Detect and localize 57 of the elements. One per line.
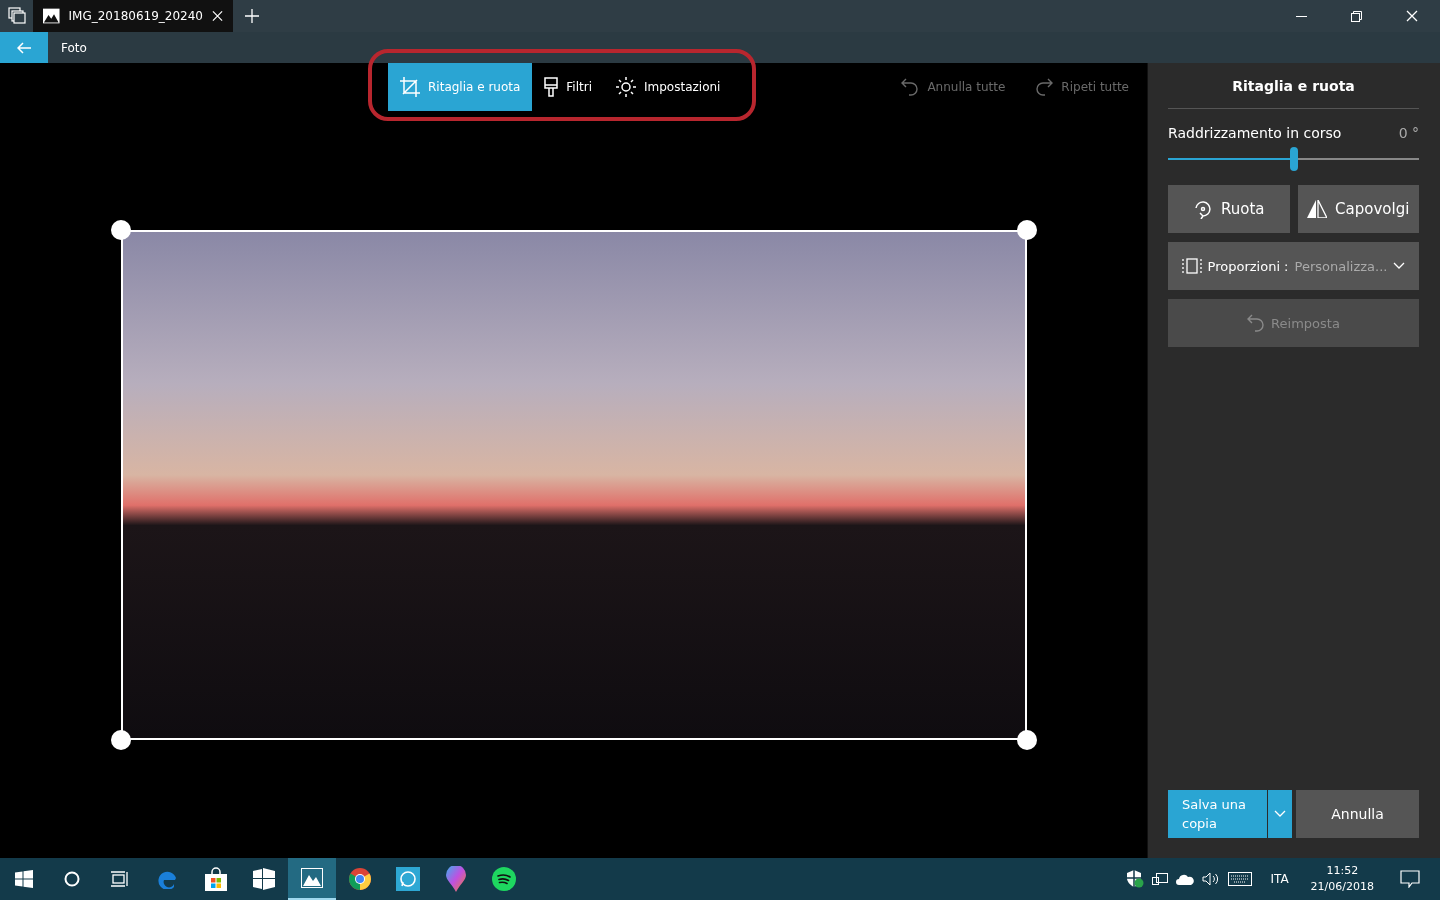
cloud-icon[interactable] (1176, 873, 1195, 885)
aspect-ratio-icon (1181, 258, 1202, 274)
circle-icon (64, 871, 80, 887)
crop-handle[interactable] (111, 730, 131, 750)
language-indicator[interactable]: ITA (1270, 872, 1289, 886)
tab-title: IMG_20180619_20240 (68, 9, 203, 23)
crop-icon (400, 77, 420, 97)
rotate-button[interactable]: Ruota (1168, 185, 1290, 233)
angle-reading: 0 ° (1398, 125, 1419, 141)
back-arrow-icon (17, 41, 31, 54)
slider-thumb[interactable] (1289, 147, 1298, 171)
app-title: Foto (61, 40, 87, 55)
chevron-down-icon (1393, 262, 1406, 270)
task-view-icon (111, 871, 129, 887)
tool-tab[interactable]: Filtri (532, 63, 604, 111)
panel-title: Ritaglia e ruota (1168, 63, 1419, 109)
clock-date[interactable]: 21/06/2018 (1310, 879, 1374, 895)
flip-icon (1307, 200, 1328, 218)
tool-tab[interactable]: Impostazioni (604, 63, 733, 111)
crop-handle[interactable] (1017, 220, 1037, 240)
letter-e-icon (158, 869, 178, 889)
close-icon[interactable] (212, 10, 223, 22)
shield-icon[interactable] (1126, 870, 1145, 888)
devices-icon[interactable] (1152, 873, 1169, 885)
aspect-ratio-dropdown[interactable]: Proporzioni : Personalizza... (1168, 242, 1419, 290)
undo-icon (901, 77, 920, 97)
close-icon[interactable] (1406, 10, 1418, 22)
keyboard-icon[interactable] (1228, 872, 1253, 886)
minimize-icon[interactable] (1296, 15, 1307, 17)
map-pin-icon (446, 866, 466, 892)
window-tab[interactable]: IMG_20180619_20240 (33, 0, 233, 32)
panels-icon (253, 868, 275, 890)
crop-handle[interactable] (111, 220, 131, 240)
new-tab-icon[interactable] (245, 9, 259, 23)
rotate-icon (1193, 199, 1213, 219)
brush-icon (544, 77, 559, 97)
straighten-slider[interactable] (1168, 147, 1419, 171)
flip-button[interactable]: Capovolgi (1297, 185, 1419, 233)
notification-icon[interactable] (1400, 870, 1420, 888)
chat-bubble-icon (396, 867, 420, 891)
image-icon (301, 868, 323, 888)
brightness-icon (616, 77, 636, 97)
clock-time[interactable]: 11:52 (1326, 863, 1359, 879)
undo-icon (1247, 313, 1266, 333)
image-icon (43, 8, 60, 24)
windows-logo-icon (15, 870, 33, 888)
shopping-bag-icon (204, 867, 228, 891)
chrome-icon (349, 868, 371, 890)
crop-handle[interactable] (1017, 730, 1037, 750)
taskbar-button[interactable] (288, 858, 336, 900)
restore-icon[interactable] (1351, 10, 1362, 22)
redo-icon (1035, 77, 1054, 97)
sound-waves-icon (492, 867, 516, 891)
chevron-down-icon (1274, 810, 1286, 818)
straighten-label: Raddrizzamento in corso (1168, 125, 1342, 141)
cancel-button[interactable]: Annulla (1296, 790, 1419, 838)
speaker-icon[interactable] (1202, 872, 1221, 886)
